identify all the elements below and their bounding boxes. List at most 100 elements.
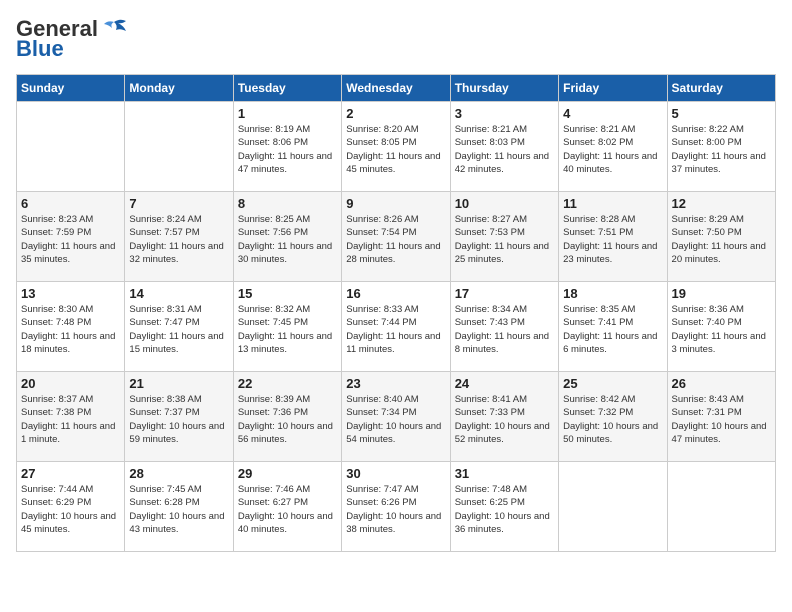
- calendar-cell: 8 Sunrise: 8:25 AM Sunset: 7:56 PM Daylig…: [233, 192, 341, 282]
- day-number: 3: [455, 106, 554, 121]
- day-info: Sunrise: 7:45 AM Sunset: 6:28 PM Dayligh…: [129, 483, 228, 536]
- day-info: Sunrise: 8:37 AM Sunset: 7:38 PM Dayligh…: [21, 393, 120, 446]
- day-number: 2: [346, 106, 445, 121]
- calendar-cell: 10 Sunrise: 8:27 AM Sunset: 7:53 PM Dayli…: [450, 192, 558, 282]
- calendar-cell: 11 Sunrise: 8:28 AM Sunset: 7:51 PM Dayli…: [559, 192, 667, 282]
- day-info: Sunrise: 7:46 AM Sunset: 6:27 PM Dayligh…: [238, 483, 337, 536]
- calendar-cell: 20 Sunrise: 8:37 AM Sunset: 7:38 PM Dayli…: [17, 372, 125, 462]
- day-number: 4: [563, 106, 662, 121]
- day-info: Sunrise: 7:44 AM Sunset: 6:29 PM Dayligh…: [21, 483, 120, 536]
- day-number: 5: [672, 106, 771, 121]
- day-number: 21: [129, 376, 228, 391]
- day-number: 30: [346, 466, 445, 481]
- weekday-header-wednesday: Wednesday: [342, 75, 450, 102]
- calendar-cell: 13 Sunrise: 8:30 AM Sunset: 7:48 PM Dayli…: [17, 282, 125, 372]
- day-number: 10: [455, 196, 554, 211]
- calendar-cell: 23 Sunrise: 8:40 AM Sunset: 7:34 PM Dayli…: [342, 372, 450, 462]
- calendar-cell: 18 Sunrise: 8:35 AM Sunset: 7:41 PM Dayli…: [559, 282, 667, 372]
- calendar-cell: 28 Sunrise: 7:45 AM Sunset: 6:28 PM Dayli…: [125, 462, 233, 552]
- weekday-header-thursday: Thursday: [450, 75, 558, 102]
- day-info: Sunrise: 8:31 AM Sunset: 7:47 PM Dayligh…: [129, 303, 228, 356]
- calendar-cell: 24 Sunrise: 8:41 AM Sunset: 7:33 PM Dayli…: [450, 372, 558, 462]
- day-info: Sunrise: 8:29 AM Sunset: 7:50 PM Dayligh…: [672, 213, 771, 266]
- calendar-cell: 17 Sunrise: 8:34 AM Sunset: 7:43 PM Dayli…: [450, 282, 558, 372]
- calendar-cell: 14 Sunrise: 8:31 AM Sunset: 7:47 PM Dayli…: [125, 282, 233, 372]
- calendar-cell: [559, 462, 667, 552]
- weekday-header-tuesday: Tuesday: [233, 75, 341, 102]
- calendar-cell: [125, 102, 233, 192]
- day-info: Sunrise: 8:35 AM Sunset: 7:41 PM Dayligh…: [563, 303, 662, 356]
- logo-bird-icon: [100, 18, 128, 40]
- day-number: 19: [672, 286, 771, 301]
- calendar-cell: 2 Sunrise: 8:20 AM Sunset: 8:05 PM Daylig…: [342, 102, 450, 192]
- logo: General Blue: [16, 16, 128, 62]
- calendar-cell: 30 Sunrise: 7:47 AM Sunset: 6:26 PM Dayli…: [342, 462, 450, 552]
- day-info: Sunrise: 8:27 AM Sunset: 7:53 PM Dayligh…: [455, 213, 554, 266]
- day-info: Sunrise: 8:34 AM Sunset: 7:43 PM Dayligh…: [455, 303, 554, 356]
- logo-blue: Blue: [16, 36, 64, 62]
- day-number: 17: [455, 286, 554, 301]
- day-info: Sunrise: 8:21 AM Sunset: 8:02 PM Dayligh…: [563, 123, 662, 176]
- day-number: 11: [563, 196, 662, 211]
- day-info: Sunrise: 8:19 AM Sunset: 8:06 PM Dayligh…: [238, 123, 337, 176]
- day-info: Sunrise: 8:42 AM Sunset: 7:32 PM Dayligh…: [563, 393, 662, 446]
- day-number: 25: [563, 376, 662, 391]
- calendar-cell: 15 Sunrise: 8:32 AM Sunset: 7:45 PM Dayli…: [233, 282, 341, 372]
- calendar-cell: 21Sunrise: 8:38 AM Sunset: 7:37 PM Dayli…: [125, 372, 233, 462]
- day-number: 8: [238, 196, 337, 211]
- calendar-cell: 4 Sunrise: 8:21 AM Sunset: 8:02 PM Daylig…: [559, 102, 667, 192]
- calendar-cell: 22 Sunrise: 8:39 AM Sunset: 7:36 PM Dayli…: [233, 372, 341, 462]
- day-number: 12: [672, 196, 771, 211]
- day-info: Sunrise: 8:33 AM Sunset: 7:44 PM Dayligh…: [346, 303, 445, 356]
- calendar-cell: 16 Sunrise: 8:33 AM Sunset: 7:44 PM Dayli…: [342, 282, 450, 372]
- calendar-cell: 7Sunrise: 8:24 AM Sunset: 7:57 PM Daylig…: [125, 192, 233, 282]
- day-info: Sunrise: 7:48 AM Sunset: 6:25 PM Dayligh…: [455, 483, 554, 536]
- calendar-cell: [17, 102, 125, 192]
- day-info: Sunrise: 8:21 AM Sunset: 8:03 PM Dayligh…: [455, 123, 554, 176]
- day-number: 23: [346, 376, 445, 391]
- day-number: 9: [346, 196, 445, 211]
- day-info: Sunrise: 8:32 AM Sunset: 7:45 PM Dayligh…: [238, 303, 337, 356]
- day-number: 27: [21, 466, 120, 481]
- day-info: Sunrise: 8:30 AM Sunset: 7:48 PM Dayligh…: [21, 303, 120, 356]
- calendar-cell: 9 Sunrise: 8:26 AM Sunset: 7:54 PM Daylig…: [342, 192, 450, 282]
- day-info: Sunrise: 8:22 AM Sunset: 8:00 PM Dayligh…: [672, 123, 771, 176]
- day-info: Sunrise: 8:26 AM Sunset: 7:54 PM Dayligh…: [346, 213, 445, 266]
- calendar-cell: 25 Sunrise: 8:42 AM Sunset: 7:32 PM Dayli…: [559, 372, 667, 462]
- day-info: Sunrise: 8:39 AM Sunset: 7:36 PM Dayligh…: [238, 393, 337, 446]
- calendar-cell: 26Sunrise: 8:43 AM Sunset: 7:31 PM Dayli…: [667, 372, 775, 462]
- day-info: Sunrise: 7:47 AM Sunset: 6:26 PM Dayligh…: [346, 483, 445, 536]
- weekday-header-monday: Monday: [125, 75, 233, 102]
- day-number: 18: [563, 286, 662, 301]
- day-number: 22: [238, 376, 337, 391]
- day-info: Sunrise: 8:25 AM Sunset: 7:56 PM Dayligh…: [238, 213, 337, 266]
- weekday-header-sunday: Sunday: [17, 75, 125, 102]
- day-info: Sunrise: 8:43 AM Sunset: 7:31 PM Dayligh…: [672, 393, 771, 446]
- day-info: Sunrise: 8:20 AM Sunset: 8:05 PM Dayligh…: [346, 123, 445, 176]
- weekday-header-saturday: Saturday: [667, 75, 775, 102]
- day-number: 15: [238, 286, 337, 301]
- page-header: General Blue: [16, 16, 776, 62]
- calendar-cell: 1 Sunrise: 8:19 AM Sunset: 8:06 PM Daylig…: [233, 102, 341, 192]
- calendar-cell: 19Sunrise: 8:36 AM Sunset: 7:40 PM Dayli…: [667, 282, 775, 372]
- weekday-header-friday: Friday: [559, 75, 667, 102]
- day-info: Sunrise: 8:28 AM Sunset: 7:51 PM Dayligh…: [563, 213, 662, 266]
- day-number: 13: [21, 286, 120, 301]
- calendar-cell: 27 Sunrise: 7:44 AM Sunset: 6:29 PM Dayli…: [17, 462, 125, 552]
- day-info: Sunrise: 8:24 AM Sunset: 7:57 PM Dayligh…: [129, 213, 228, 266]
- day-info: Sunrise: 8:40 AM Sunset: 7:34 PM Dayligh…: [346, 393, 445, 446]
- day-number: 24: [455, 376, 554, 391]
- day-number: 16: [346, 286, 445, 301]
- calendar-cell: 12 Sunrise: 8:29 AM Sunset: 7:50 PM Dayli…: [667, 192, 775, 282]
- day-info: Sunrise: 8:41 AM Sunset: 7:33 PM Dayligh…: [455, 393, 554, 446]
- calendar-table: SundayMondayTuesdayWednesdayThursdayFrid…: [16, 74, 776, 552]
- day-number: 20: [21, 376, 120, 391]
- day-number: 31: [455, 466, 554, 481]
- calendar-cell: 3 Sunrise: 8:21 AM Sunset: 8:03 PM Daylig…: [450, 102, 558, 192]
- day-number: 14: [129, 286, 228, 301]
- calendar-cell: 31 Sunrise: 7:48 AM Sunset: 6:25 PM Dayli…: [450, 462, 558, 552]
- calendar-cell: 29Sunrise: 7:46 AM Sunset: 6:27 PM Dayli…: [233, 462, 341, 552]
- day-number: 1: [238, 106, 337, 121]
- day-number: 28: [129, 466, 228, 481]
- day-info: Sunrise: 8:23 AM Sunset: 7:59 PM Dayligh…: [21, 213, 120, 266]
